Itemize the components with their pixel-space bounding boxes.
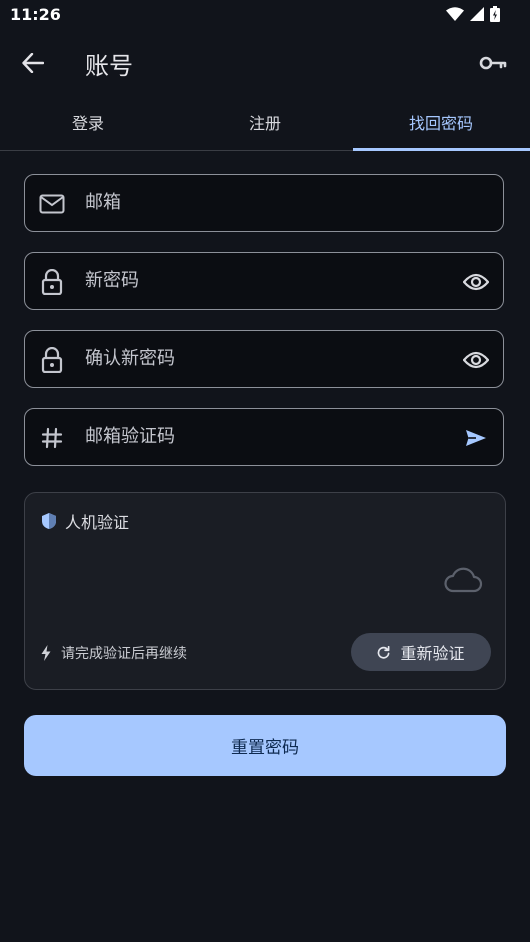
shield-icon [42,513,56,529]
confirm-password-field [24,330,504,388]
cloud-icon [444,567,483,593]
send-icon [466,430,486,446]
captcha-title: 人机验证 [65,513,130,532]
reset-password-button[interactable]: 重置密码 [24,715,506,776]
eye-icon [463,351,489,369]
email-field [24,174,504,232]
battery-icon [490,6,500,22]
lock-icon [39,347,65,373]
key-icon [479,56,507,70]
mail-icon [39,191,65,217]
key-button[interactable] [478,48,508,78]
visibility-toggle[interactable] [461,267,491,297]
tab-login[interactable]: 登录 [0,94,176,150]
wifi-icon [446,7,464,21]
tab-bar: 登录 注册 找回密码 [0,94,530,151]
captcha-header: 人机验证 [41,509,129,533]
hash-icon [39,425,65,451]
eye-icon [463,273,489,291]
reverify-button[interactable]: 重新验证 [351,633,491,671]
arrow-back-icon [22,53,44,73]
email-code-field [24,408,504,466]
refresh-icon [378,645,390,659]
email-input[interactable] [85,175,445,230]
reverify-label: 重新验证 [400,644,465,663]
back-button[interactable] [18,48,48,78]
bolt-icon [41,645,51,661]
tab-recover-password[interactable]: 找回密码 [353,94,529,150]
signal-icon [470,7,484,21]
status-bar: 11:26 [0,0,530,30]
tab-indicator [353,148,530,151]
visibility-toggle[interactable] [461,345,491,375]
send-code-button[interactable] [461,423,491,453]
captcha-hint-text: 请完成验证后再继续 [61,646,187,662]
captcha-hint: 请完成验证后再继续 [41,643,187,663]
status-icons [446,6,500,22]
confirm-password-input[interactable] [85,331,445,386]
lock-icon [39,269,65,295]
tab-register[interactable]: 注册 [177,94,353,150]
reset-password-label: 重置密码 [231,738,299,758]
new-password-field [24,252,504,310]
page-title: 账号 [85,52,133,80]
app-bar: 账号 [0,30,530,94]
captcha-card: 人机验证 请完成验证后再继续 重新验证 [24,492,506,690]
status-time: 11:26 [10,5,61,24]
new-password-input[interactable] [85,253,445,308]
email-code-input[interactable] [85,409,445,464]
